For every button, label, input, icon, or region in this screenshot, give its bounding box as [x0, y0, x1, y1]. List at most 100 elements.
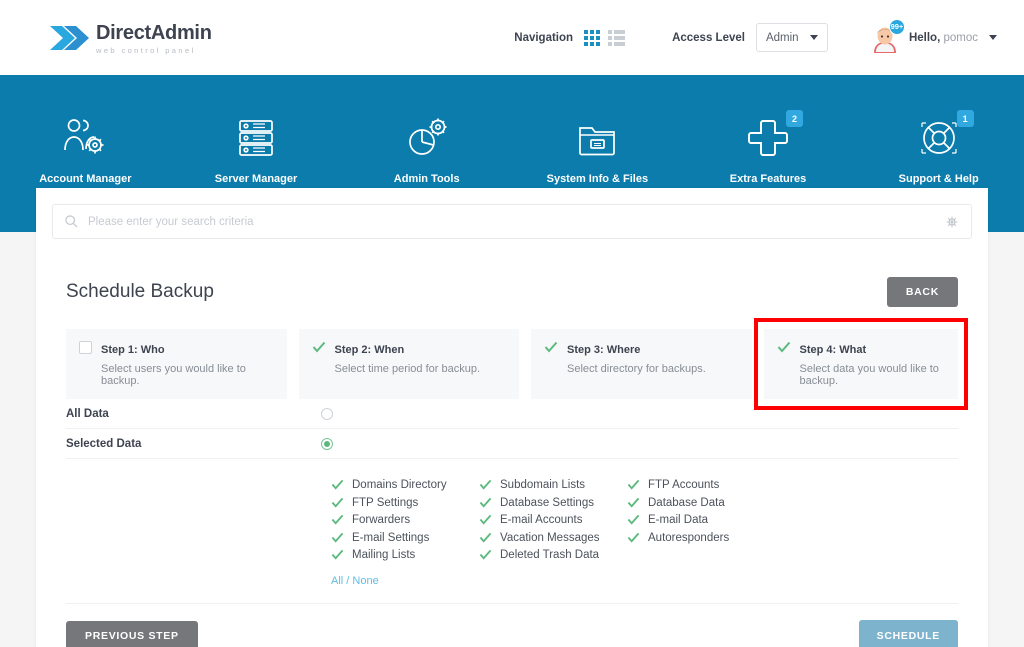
check-icon — [479, 480, 492, 490]
check-icon — [627, 497, 640, 508]
option-mailing-lists[interactable]: Mailing Lists — [331, 547, 479, 564]
option-deleted-trash-data[interactable]: Deleted Trash Data — [479, 547, 627, 564]
nav-badge: 1 — [956, 110, 974, 127]
greeting-prefix: Hello, — [908, 31, 941, 44]
brand-title-first: Direct — [96, 22, 151, 44]
brand-logo[interactable]: DirectAdmin web control panel — [48, 22, 212, 55]
notification-badge: 99+ — [888, 18, 905, 35]
step-title: Step 3: Where — [567, 344, 641, 356]
search-icon — [65, 215, 78, 228]
grid-view-icon[interactable] — [584, 29, 601, 46]
double-chevron-icon — [50, 26, 89, 50]
schedule-button[interactable]: SCHEDULE — [858, 619, 958, 647]
check-icon — [479, 497, 492, 508]
option-label: FTP Settings — [352, 496, 419, 509]
access-level-value: Admin — [765, 31, 799, 44]
unchecked-box-icon[interactable] — [79, 341, 92, 354]
check-icon — [627, 480, 640, 490]
option-label: Mailing Lists — [352, 549, 416, 562]
access-level-label: Access Level — [672, 31, 745, 44]
nav-item-label: Extra Features — [729, 173, 807, 185]
users-gear-icon — [62, 114, 108, 162]
option-label: Deleted Trash Data — [500, 549, 600, 562]
nav-item-label: System Info & Files — [546, 173, 649, 185]
step-description: Select data you would like to backup. — [799, 363, 939, 387]
previous-step-button[interactable]: PREVIOUS STEP — [66, 620, 198, 647]
nav-badge: 2 — [786, 110, 804, 127]
option-forwarders[interactable]: Forwarders — [331, 512, 479, 529]
option-database-data[interactable]: Database Data — [627, 495, 775, 512]
scope-row-selected-data[interactable]: Selected Data — [66, 429, 958, 459]
all-data-label: All Data — [66, 407, 109, 420]
step-description: Select time period for backup. — [334, 363, 481, 375]
select-all-link[interactable]: All — [331, 575, 343, 587]
wizard-steps: Step 1: Who Select users you would like … — [66, 318, 968, 410]
gear-icon[interactable] — [945, 215, 959, 229]
top-header: DirectAdmin web control panel Navigation — [0, 0, 1024, 75]
select-none-link[interactable]: None — [352, 575, 378, 587]
list-view-icon[interactable] — [608, 29, 626, 46]
nav-item-label: Support & Help — [898, 173, 979, 185]
check-icon — [331, 532, 344, 543]
option-ftp-settings[interactable]: FTP Settings — [331, 495, 479, 512]
life-ring-icon: 1 — [918, 110, 974, 162]
option-email-data[interactable]: E-mail Data — [627, 512, 775, 529]
option-ftp-accounts[interactable]: FTP Accounts — [627, 477, 775, 494]
selected-data-radio[interactable] — [321, 437, 333, 450]
option-domains-directory[interactable]: Domains Directory — [331, 477, 479, 494]
option-email-settings[interactable]: E-mail Settings — [331, 530, 479, 547]
option-email-accounts[interactable]: E-mail Accounts — [479, 512, 627, 529]
user-menu[interactable]: 99+ Hello, pomoc — [869, 18, 997, 53]
brand-subtitle: web control panel — [96, 46, 196, 55]
option-empty-slot — [627, 547, 775, 564]
folder-info-icon — [577, 114, 617, 162]
option-subdomain-lists[interactable]: Subdomain Lists — [479, 477, 627, 494]
wizard-step-4-wrapper: Step 4: What Select data you would like … — [753, 318, 968, 410]
scope-row-all-data[interactable]: All Data — [66, 399, 958, 429]
wizard-step-2-when[interactable]: Step 2: When Select time period for back… — [298, 329, 519, 399]
access-level-select[interactable]: Admin — [755, 23, 828, 52]
check-icon[interactable] — [777, 341, 791, 359]
username: pomoc — [943, 31, 978, 44]
check-icon — [627, 515, 640, 525]
server-rack-icon — [236, 114, 276, 162]
chevron-down-icon — [809, 35, 818, 40]
step-description: Select directory for backups. — [567, 363, 706, 375]
directadmin-page: DirectAdmin web control panel Navigation — [0, 0, 1024, 647]
check-icon[interactable] — [544, 341, 558, 359]
search-input[interactable] — [88, 215, 945, 228]
search-row — [36, 188, 988, 239]
nav-item-label: Account Manager — [39, 173, 132, 185]
backup-options-grid: Domains Directory Subdomain Lists FTP Ac… — [331, 477, 958, 564]
search-bar[interactable] — [52, 204, 972, 239]
greeting: Hello, pomoc — [909, 32, 978, 44]
step-title: Step 1: Who — [101, 344, 165, 356]
link-separator: / — [346, 574, 350, 587]
wizard-step-1-who[interactable]: Step 1: Who Select users you would like … — [66, 329, 287, 399]
option-vacation-messages[interactable]: Vacation Messages — [479, 530, 627, 547]
option-label: FTP Accounts — [648, 479, 720, 492]
header-right-controls: Navigation Access Level Admin 99+ Hello,… — [514, 0, 1024, 75]
step-title: Step 2: When — [334, 344, 405, 356]
wizard-step-4-what[interactable]: Step 4: What Select data you would like … — [763, 329, 958, 399]
check-icon — [627, 532, 640, 543]
nav-item-label: Server Manager — [214, 173, 298, 185]
all-data-radio[interactable] — [321, 407, 333, 420]
back-button[interactable]: BACK — [886, 277, 958, 307]
check-icon — [479, 515, 492, 525]
check-icon[interactable] — [312, 341, 326, 359]
option-database-settings[interactable]: Database Settings — [479, 495, 627, 512]
option-label: Database Data — [648, 496, 725, 509]
option-label: Database Settings — [500, 496, 594, 509]
wizard-step-3-where[interactable]: Step 3: Where Select directory for backu… — [531, 329, 752, 399]
step-description: Select users you would like to backup. — [101, 363, 246, 387]
page-header-row: Schedule Backup BACK — [36, 239, 988, 307]
check-icon — [331, 480, 344, 490]
option-autoresponders[interactable]: Autoresponders — [627, 530, 775, 547]
selected-data-label: Selected Data — [66, 437, 142, 450]
pie-chart-gear-icon — [405, 114, 449, 162]
navigation-label: Navigation — [514, 31, 574, 44]
content-panel: Schedule Backup BACK Step 1: Who Select … — [36, 188, 988, 647]
brand-title-second: Admin — [150, 22, 212, 44]
navigation-switcher: Navigation — [514, 29, 626, 46]
